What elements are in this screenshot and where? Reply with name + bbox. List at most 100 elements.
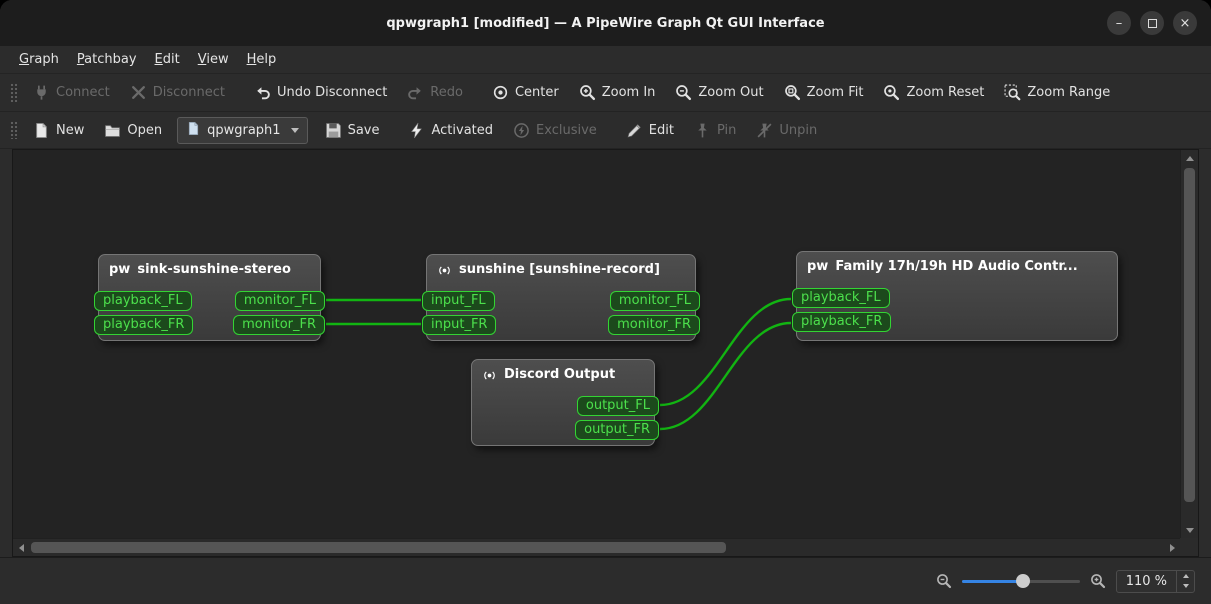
undo-icon xyxy=(254,84,271,101)
zoom-out-label: Zoom Out xyxy=(698,85,764,100)
zoom-range-label: Zoom Range xyxy=(1027,85,1111,100)
zoom-fit-button[interactable]: Zoom Fit xyxy=(775,79,873,106)
menu-graph[interactable]: Graph xyxy=(10,46,68,73)
redo-label: Redo xyxy=(430,85,463,100)
node-sink-sunshine-stereo[interactable]: pw sink-sunshine-stereo playback_FL play… xyxy=(94,254,325,341)
zoom-slider[interactable] xyxy=(961,573,1080,589)
patchbay-file-icon xyxy=(186,121,201,140)
menu-view[interactable]: View xyxy=(189,46,238,73)
save-button[interactable]: Save xyxy=(316,117,389,144)
port-playback_FR[interactable]: playback_FR xyxy=(792,312,892,332)
redo-button[interactable]: Redo xyxy=(398,79,472,106)
vertical-scroll-thumb[interactable] xyxy=(1184,168,1195,502)
minimize-icon: – xyxy=(1115,15,1123,31)
new-button[interactable]: New xyxy=(24,117,93,144)
minimize-button[interactable]: – xyxy=(1107,11,1131,35)
unpin-icon xyxy=(756,122,773,139)
edit-button[interactable]: Edit xyxy=(617,117,683,144)
edit-pencil-icon xyxy=(626,122,643,139)
disconnect-button[interactable]: Disconnect xyxy=(121,79,234,106)
zoom-out-button[interactable]: Zoom Out xyxy=(666,79,772,106)
connect-button[interactable]: Connect xyxy=(24,79,119,106)
undo-disconnect-button[interactable]: Undo Disconnect xyxy=(245,79,396,106)
port-input_FL[interactable]: input_FL xyxy=(422,291,495,311)
exclusive-button[interactable]: Exclusive xyxy=(504,117,606,144)
close-icon: × xyxy=(1179,15,1191,31)
menubar: Graph Patchbay Edit View Help xyxy=(0,46,1211,74)
zoom-range-button[interactable]: Zoom Range xyxy=(995,79,1119,106)
unpin-button[interactable]: Unpin xyxy=(747,117,826,144)
scrollbar-corner xyxy=(1180,538,1198,556)
zoom-reset-label: Zoom Reset xyxy=(906,85,985,100)
zoom-value[interactable]: 110 % xyxy=(1117,571,1176,592)
port-playback_FL[interactable]: playback_FL xyxy=(792,288,890,308)
activated-label: Activated xyxy=(431,122,494,138)
port-input_FR[interactable]: input_FR xyxy=(422,315,497,335)
port-monitor_FR[interactable]: monitor_FR xyxy=(233,315,325,335)
graph-canvas[interactable]: pw sink-sunshine-stereo playback_FL play… xyxy=(13,150,1180,538)
disconnect-icon xyxy=(130,84,147,101)
port-playback_FR[interactable]: playback_FR xyxy=(94,315,194,335)
scroll-up-icon[interactable] xyxy=(1181,150,1199,166)
pin-button[interactable]: Pin xyxy=(685,117,745,144)
maximize-button[interactable] xyxy=(1140,11,1164,35)
zoom-spinbox[interactable]: 110 % xyxy=(1115,569,1195,593)
center-icon xyxy=(492,84,509,101)
unpin-label: Unpin xyxy=(779,122,818,138)
zoom-out-icon xyxy=(936,574,951,589)
patchbay-file-combo[interactable]: qpwgraph1 xyxy=(177,116,308,144)
zoom-fit-label: Zoom Fit xyxy=(806,85,864,100)
node-sunshine-record[interactable]: sunshine [sunshine-record] input_FL inpu… xyxy=(422,254,700,341)
activated-bolt-icon xyxy=(408,122,425,139)
window-title: qpwgraph1 [modified] — A PipeWire Graph … xyxy=(386,15,825,31)
zoom-spin-down-icon[interactable] xyxy=(1177,581,1194,592)
node-title: sink-sunshine-stereo xyxy=(137,262,291,277)
redo-icon xyxy=(407,84,424,101)
zoom-spin-up-icon[interactable] xyxy=(1177,571,1194,582)
menu-help[interactable]: Help xyxy=(238,46,286,73)
statusbar: 110 % xyxy=(0,557,1211,604)
monitor-icon xyxy=(484,371,495,379)
menu-edit[interactable]: Edit xyxy=(146,46,189,73)
toolbar-grip[interactable] xyxy=(10,83,18,102)
undo-disconnect-label: Undo Disconnect xyxy=(276,85,388,100)
port-output_FL[interactable]: output_FL xyxy=(576,396,659,416)
maximize-icon xyxy=(1147,18,1157,28)
edit-label: Edit xyxy=(648,122,674,138)
zoom-slider-handle[interactable] xyxy=(1015,574,1030,588)
scroll-left-icon[interactable] xyxy=(13,539,29,557)
monitor-icon xyxy=(439,266,450,274)
node-family-hd-audio[interactable]: pw Family 17h/19h HD Audio Contr... play… xyxy=(792,251,1118,341)
zoom-in-icon xyxy=(1090,574,1105,589)
toolbar-file: New Open qpwgraph1 Save Activated Exclus… xyxy=(0,112,1211,149)
port-monitor_FL[interactable]: monitor_FL xyxy=(234,291,325,311)
vertical-scrollbar[interactable] xyxy=(1180,150,1198,538)
zoom-out-icon xyxy=(675,84,692,101)
center-label: Center xyxy=(514,85,559,100)
zoom-fit-icon xyxy=(784,84,801,101)
activated-button[interactable]: Activated xyxy=(399,117,502,144)
port-output_FR[interactable]: output_FR xyxy=(575,420,659,440)
pin-icon xyxy=(694,122,711,139)
horizontal-scroll-thumb[interactable] xyxy=(31,542,726,553)
zoom-in-label: Zoom In xyxy=(601,85,656,100)
patchbay-file-name: qpwgraph1 xyxy=(207,122,281,138)
node-discord-output[interactable]: Discord Output output_FL output_FR xyxy=(471,359,659,446)
port-monitor_FL[interactable]: monitor_FL xyxy=(609,291,700,311)
port-monitor_FR[interactable]: monitor_FR xyxy=(608,315,700,335)
center-button[interactable]: Center xyxy=(483,79,568,106)
zoom-reset-button[interactable]: Zoom Reset xyxy=(874,79,993,106)
pipewire-icon: pw xyxy=(109,262,131,277)
toolbar-grip[interactable] xyxy=(10,121,18,139)
open-button[interactable]: Open xyxy=(95,117,171,144)
zoom-range-icon xyxy=(1004,84,1021,101)
zoom-in-button[interactable]: Zoom In xyxy=(570,79,665,106)
scroll-right-icon[interactable] xyxy=(1164,539,1180,557)
titlebar[interactable]: qpwgraph1 [modified] — A PipeWire Graph … xyxy=(0,0,1211,46)
menu-patchbay[interactable]: Patchbay xyxy=(68,46,146,73)
port-playback_FL[interactable]: playback_FL xyxy=(94,291,192,311)
scroll-down-icon[interactable] xyxy=(1181,522,1199,538)
connect-label: Connect xyxy=(56,85,110,100)
horizontal-scrollbar[interactable] xyxy=(13,538,1180,556)
close-button[interactable]: × xyxy=(1173,11,1197,35)
